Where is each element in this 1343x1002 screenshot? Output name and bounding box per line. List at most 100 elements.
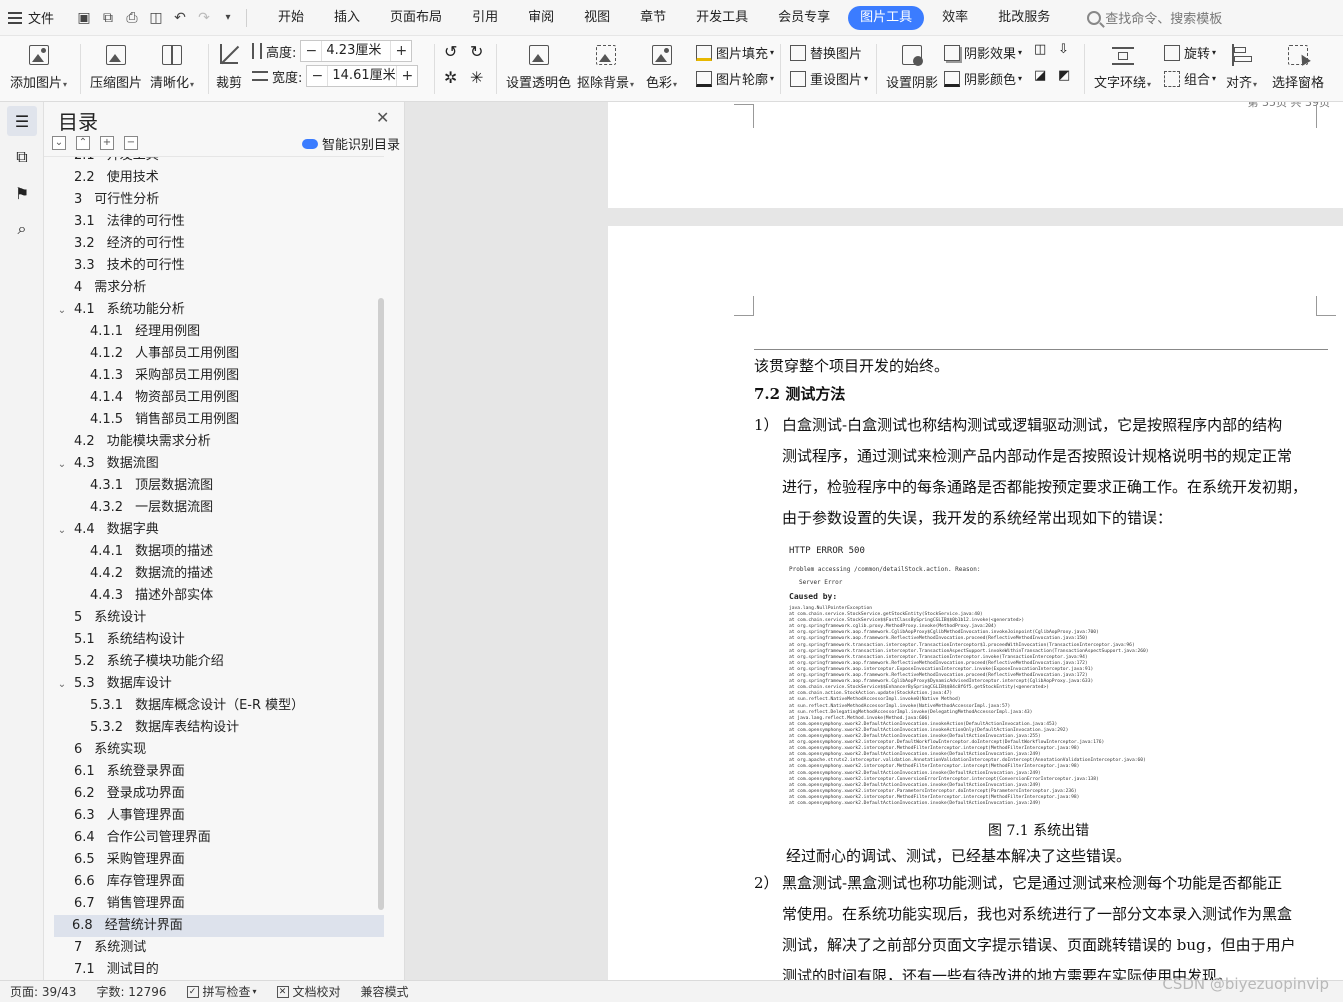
height-spinner[interactable]: − 4.23厘米 + [300,40,413,62]
toc-item[interactable]: 5.1 系统结构设计 [56,629,384,651]
toc-item[interactable]: 6.7 销售管理界面 [56,893,384,915]
menu-tab[interactable]: 审阅 [516,6,566,30]
toc-item[interactable]: 6 系统实现 [56,739,384,761]
rotate-right-button[interactable]: ↻ [470,42,483,61]
expand-chevron-icon[interactable]: ⌄ [56,300,68,322]
add-heading-icon[interactable]: + [100,136,114,150]
toc-item[interactable]: 6.6 库存管理界面 [56,871,384,893]
redo-icon[interactable]: ↷ [192,6,216,30]
toc-item[interactable]: 6.5 采购管理界面 [56,849,384,871]
toc-item[interactable]: 6.2 登录成功界面 [56,783,384,805]
word-count[interactable]: 字数: 12796 [86,983,176,1000]
toc-scrollbar[interactable] [378,298,384,910]
file-menu[interactable]: 文件 [0,0,62,36]
width-value[interactable]: 14.61厘米 [327,66,398,86]
toc-item[interactable]: 4.4.1 数据项的描述 [56,541,384,563]
toc-item[interactable]: 5.3.2 数据库表结构设计 [56,717,384,739]
height-value[interactable]: 4.23厘米 [321,41,392,61]
menu-tab[interactable]: 效率 [930,6,980,30]
shadow-effect-button[interactable]: 阴影效果 ▾ [944,43,1022,62]
remove-background-button[interactable]: 抠除背景▾ [577,36,634,91]
menu-tab[interactable]: 章节 [628,6,678,30]
toc-item[interactable]: 6.3 人事管理界面 [56,805,384,827]
page-status[interactable]: 页面: 39/43 [0,983,86,1000]
close-icon[interactable]: ✕ [376,108,389,127]
group-button[interactable]: 组合 ▾ [1164,69,1216,88]
chapter-nav-button[interactable]: ⧉ [7,142,37,172]
proofread-button[interactable]: ✕ 文档校对 [267,983,351,1000]
command-search[interactable]: 查找命令、搜索模板 [1087,8,1222,27]
menu-tab[interactable]: 引用 [460,6,510,30]
toc-item[interactable]: 2.2 使用技术 [56,167,384,189]
contrast-button[interactable]: ✳ [470,68,483,87]
smart-toc-button[interactable]: 智能识别目录 [302,134,400,153]
remove-heading-icon[interactable]: − [124,136,138,150]
set-shadow-button[interactable]: 设置阴影 [886,36,938,91]
toc-item[interactable]: 6.1 系统登录界面 [56,761,384,783]
width-spinner[interactable]: − 14.61厘米 + [306,65,419,87]
menu-tab[interactable]: 开始 [266,6,316,30]
toc-item[interactable]: ⌄ 5.3 数据库设计 [56,673,384,695]
height-decrease-button[interactable]: − [301,41,321,61]
expand-chevron-icon[interactable]: ⌄ [56,520,68,542]
toc-item[interactable]: 4.4.3 描述外部实体 [56,585,384,607]
shadow-nudge-up-button[interactable]: ◫ [1034,42,1046,57]
sharpen-button[interactable]: 清晰化▾ [150,36,194,91]
toc-nav-button[interactable]: ☰ [7,106,37,136]
align-button[interactable]: 对齐▾ [1226,36,1257,91]
toc-item[interactable]: ⌄ 4.1 系统功能分析 [56,299,384,321]
spell-check-toggle[interactable]: ✓ 拼写检查 ▾ [177,983,267,1000]
toc-item[interactable]: 5 系统设计 [56,607,384,629]
crop-button[interactable]: 裁剪 [216,36,242,91]
menu-tab[interactable]: 插入 [322,6,372,30]
replace-image-button[interactable]: 替换图片 [790,43,862,62]
shadow-nudge-left-button[interactable]: ◪ [1034,68,1046,83]
toc-item[interactable]: 3.1 法律的可行性 [56,211,384,233]
find-nav-button[interactable]: ⌕ [7,214,37,244]
bookmark-nav-button[interactable]: ⚑ [7,178,37,208]
menu-tab[interactable]: 页面布局 [378,6,454,30]
preview-icon[interactable]: ◫ [144,6,168,30]
menu-tab[interactable]: 开发工具 [684,6,760,30]
toc-item[interactable]: 4.2 功能模块需求分析 [56,431,384,453]
toc-item[interactable]: 7.1 测试目的 [56,959,384,980]
toc-item[interactable]: 5.3.1 数据库概念设计（E-R 模型） [56,695,384,717]
selection-pane-button[interactable]: 选择窗格 [1272,36,1324,91]
color-button[interactable]: 色彩▾ [646,36,677,91]
toc-item[interactable]: 4.1.2 人事部员工用例图 [56,343,384,365]
toc-item[interactable]: 4.3.1 顶层数据流图 [56,475,384,497]
brightness-button[interactable]: ✲ [444,68,457,87]
expand-chevron-icon[interactable]: ⌄ [56,454,68,476]
toc-item[interactable]: ⌄ 4.3 数据流图 [56,453,384,475]
add-image-button[interactable]: 添加图片▾ [10,36,67,91]
save-icon[interactable]: ▣ [72,6,96,30]
text-wrap-button[interactable]: 文字环绕▾ [1094,36,1151,91]
toc-item[interactable]: 4.1.4 物资部员工用例图 [56,387,384,409]
set-transparent-button[interactable]: 设置透明色 [506,36,571,91]
toc-item[interactable]: 3 可行性分析 [56,189,384,211]
height-increase-button[interactable]: + [391,41,411,61]
width-increase-button[interactable]: + [397,66,417,86]
menu-tab[interactable]: 图片工具 [848,5,925,30]
toc-item[interactable]: 2.1 开发工具 [56,157,384,167]
print-icon[interactable]: ⎙ [120,6,144,30]
width-decrease-button[interactable]: − [307,66,327,86]
toc-item[interactable]: 4 需求分析 [56,277,384,299]
shadow-color-button[interactable]: 阴影颜色 ▾ [944,69,1022,88]
compress-image-button[interactable]: 压缩图片 [90,36,142,91]
collapse-all-icon[interactable]: ⌄ [52,136,66,150]
toc-item[interactable]: 6.8 经营统计界面 [54,915,384,937]
image-fill-button[interactable]: 图片填充 ▾ [696,43,774,62]
expand-level-icon[interactable]: ⌃ [76,136,90,150]
toc-item[interactable]: 4.4.2 数据流的描述 [56,563,384,585]
shadow-nudge-right-button[interactable]: ◩ [1058,68,1070,83]
menu-tab[interactable]: 视图 [572,6,622,30]
rotate-button[interactable]: 旋转 ▾ [1164,43,1216,62]
undo-icon[interactable]: ↶ [168,6,192,30]
toc-item[interactable]: 5.2 系统子模块功能介绍 [56,651,384,673]
toc-item[interactable]: 6.4 合作公司管理界面 [56,827,384,849]
toc-item[interactable]: 4.1.3 采购部员工用例图 [56,365,384,387]
menu-tab[interactable]: 会员专享 [766,6,842,30]
toc-item[interactable]: 4.1.5 销售部员工用例图 [56,409,384,431]
image-outline-button[interactable]: 图片轮廓 ▾ [696,69,774,88]
